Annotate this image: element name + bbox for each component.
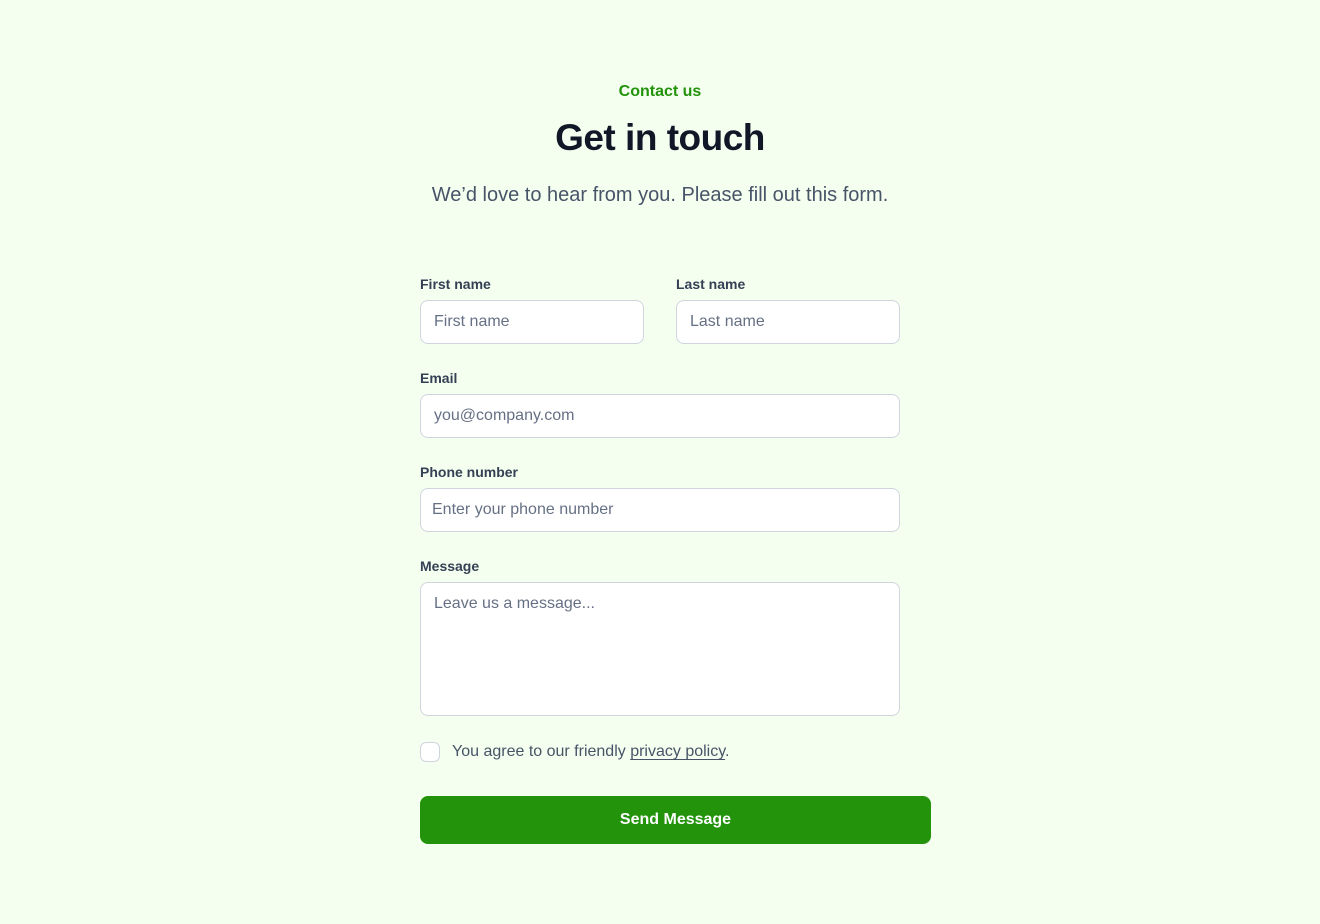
message-label: Message <box>420 558 480 574</box>
message-group: Message <box>420 556 900 716</box>
page-subtitle: We’d love to hear from you. Please fill … <box>431 184 889 206</box>
privacy-agreement: You agree to our friendly privacy policy… <box>420 740 900 764</box>
privacy-policy-link[interactable]: privacy policy <box>630 743 725 760</box>
privacy-text-after: . <box>725 743 730 760</box>
privacy-agreement-text: You agree to our friendly privacy policy… <box>452 740 730 764</box>
email-group: Email <box>420 368 900 438</box>
phone-input[interactable] <box>420 488 900 532</box>
first-name-label: First name <box>420 276 491 292</box>
eyebrow-label: Contact us <box>618 83 702 100</box>
last-name-group: Last name <box>676 274 900 344</box>
phone-group: Phone number <box>420 462 900 532</box>
phone-label: Phone number <box>420 464 519 480</box>
email-label: Email <box>420 370 458 386</box>
contact-form: First name Last name Email Phone number … <box>420 274 900 764</box>
name-row: First name Last name <box>420 274 900 344</box>
first-name-group: First name <box>420 274 644 344</box>
privacy-text-before: You agree to our friendly <box>452 743 631 760</box>
page-title: Get in touch <box>555 117 765 158</box>
message-textarea[interactable] <box>420 582 900 716</box>
last-name-input[interactable] <box>676 300 900 344</box>
send-message-button[interactable]: Send Message <box>420 796 931 844</box>
privacy-checkbox[interactable] <box>420 742 440 762</box>
email-input[interactable] <box>420 394 900 438</box>
last-name-label: Last name <box>676 276 746 292</box>
first-name-input[interactable] <box>420 300 644 344</box>
